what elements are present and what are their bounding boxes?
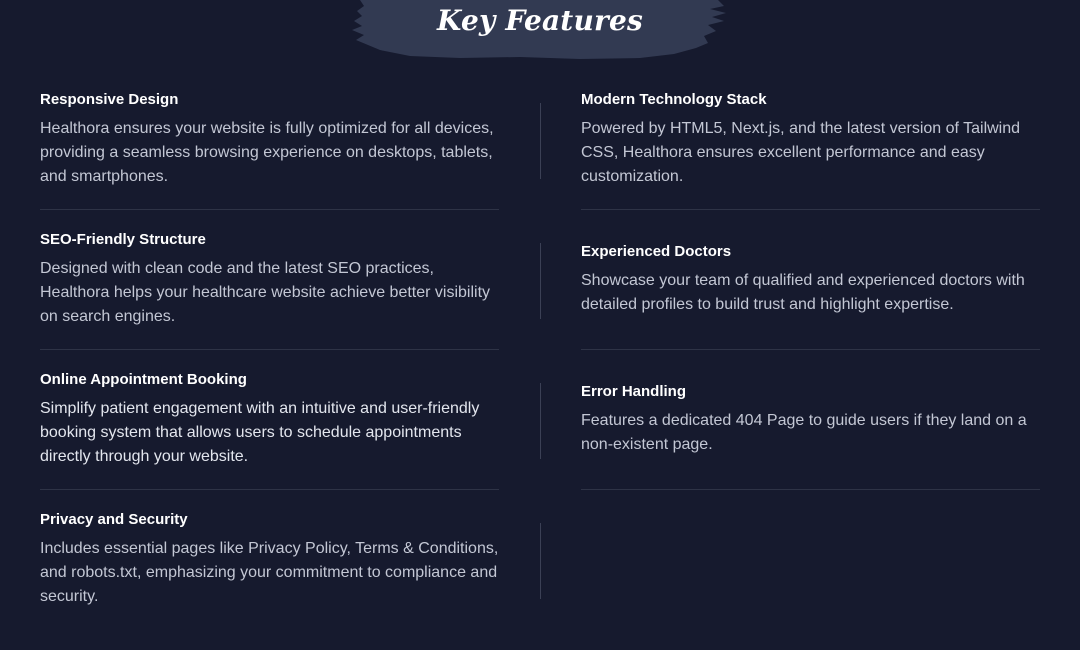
feature-description: Showcase your team of qualified and expe… [581,271,1025,313]
feature-title: SEO-Friendly Structure [40,230,206,248]
feature-card-seo-friendly-structure: SEO-Friendly Structure Designed with cle… [40,210,499,350]
feature-description: Features a dedicated 404 Page to guide u… [581,411,1027,453]
feature-card-privacy-and-security: Privacy and Security Includes essential … [40,490,499,630]
feature-card-responsive-design: Responsive Design Healthora ensures your… [40,70,499,210]
feature-description: Includes essential pages like Privacy Po… [40,540,499,605]
feature-title: Modern Technology Stack [581,90,767,108]
feature-card-empty [581,490,1040,630]
section-heading: Key Features [340,0,740,62]
feature-title: Error Handling [581,382,687,400]
features-grid: Responsive Design Healthora ensures your… [40,70,1040,630]
section-title: Key Features [437,4,643,37]
feature-description: Designed with clean code and the latest … [40,259,491,325]
feature-card-modern-technology-stack: Modern Technology Stack Powered by HTML5… [581,70,1040,210]
feature-card-experienced-doctors: Experienced Doctors Showcase your team o… [581,210,1040,350]
feature-card-online-appointment-booking: Online Appointment Booking Simplify pati… [40,350,499,490]
feature-title: Responsive Design [40,90,179,108]
feature-card-error-handling: Error Handling Features a dedicated 404 … [581,350,1040,490]
feature-description: Powered by HTML5, Next.js, and the lates… [581,119,1021,185]
feature-title: Privacy and Security [40,511,188,528]
feature-description: Simplify patient engagement with an intu… [40,399,480,465]
feature-description: Healthora ensures your website is fully … [40,119,494,185]
feature-title: Online Appointment Booking [40,370,247,388]
feature-title: Experienced Doctors [581,242,732,260]
